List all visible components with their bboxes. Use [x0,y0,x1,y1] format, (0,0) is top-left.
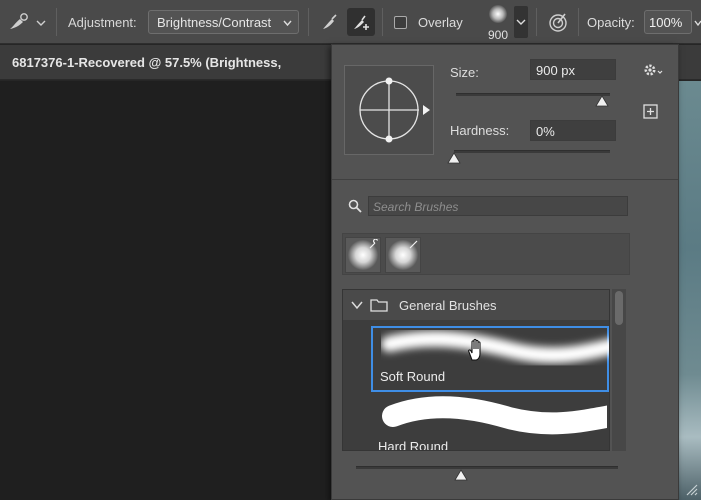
brush-item-hard-round[interactable]: Hard Round [371,394,609,451]
pressure-target-icon[interactable] [546,10,570,34]
hardness-label: Hardness: [450,123,510,138]
soft-stroke-preview [381,330,609,364]
search-placeholder: Search Brushes [373,200,459,214]
brush-preset-picker[interactable]: 900 [478,2,518,42]
adjustment-select[interactable]: Brightness/Contrast [148,10,299,34]
size-slider-thumb[interactable] [595,95,610,107]
overlay-checkbox[interactable] [394,16,407,29]
divider [56,8,57,36]
recent-brush-item[interactable] [385,237,421,273]
search-icon [348,199,362,213]
new-preset-icon[interactable] [642,103,660,121]
hardness-input[interactable]: 0% [530,120,616,141]
brush-adjustment-icon[interactable] [6,10,30,34]
adjustment-label: Adjustment: [68,15,137,30]
chevron-down-icon[interactable] [351,300,363,310]
document-tab-title[interactable]: 6817376-1-Recovered @ 57.5% (Brightness, [12,55,281,70]
brush-group-label: General Brushes [399,298,497,313]
soft-brush-tip-icon [489,5,507,23]
brush-angle-icon [359,77,430,143]
brush-picker-toggle[interactable] [514,6,528,38]
opacity-input[interactable]: 100% [644,10,692,34]
chevron-down-icon [283,20,292,27]
resize-grip-icon[interactable] [684,482,698,496]
divider [382,8,383,36]
brush-item-label: Soft Round [380,369,446,384]
brush-angle-roundness-control[interactable] [344,65,434,155]
brush-list-scrollbar[interactable] [612,289,626,451]
brush-plus-mode-button[interactable] [347,8,375,36]
recent-brushes [342,233,630,275]
preview-size-slider-thumb[interactable] [454,469,468,481]
size-input[interactable]: 900 px [530,59,616,80]
preview-size-slider-track[interactable] [356,466,618,469]
divider [578,8,579,36]
divider [332,179,678,180]
search-brushes-input[interactable]: Search Brushes [368,196,628,216]
brush-item-label: Hard Round [378,439,449,451]
hand-cursor-icon [468,338,481,361]
hardness-slider-track[interactable] [454,150,610,153]
brush-mode-button[interactable] [316,8,344,36]
brush-size-readout: 900 [487,28,509,42]
brush-icon [323,14,337,29]
opacity-label: Opacity: [587,15,635,30]
brush-list: General Brushes Soft Round Hard Round [342,289,610,451]
gear-icon[interactable] [642,61,664,79]
divider [308,8,309,36]
brush-item-soft-round[interactable]: Soft Round [371,326,609,392]
recent-brush-item[interactable] [345,237,381,273]
brush-adjustment-icon [369,239,379,249]
brush-group-general[interactable]: General Brushes [343,290,609,320]
adjustment-select-value: Brightness/Contrast [157,15,272,30]
tool-preset-chevron-icon[interactable] [36,16,46,26]
divider [536,8,537,36]
scrollbar-thumb[interactable] [615,291,623,325]
brush-plus-icon [354,15,369,30]
size-slider-track[interactable] [456,93,610,96]
hardness-slider-thumb[interactable] [447,152,461,164]
overlay-label: Overlay [418,15,463,30]
chevron-down-icon [516,19,526,25]
folder-icon [370,299,388,312]
brush-preset-panel: Size: 900 px Hardness: 0% Search Brushes [331,44,679,500]
brush-icon [409,240,418,249]
size-label: Size: [450,65,479,80]
hard-stroke-preview [382,396,607,435]
options-bar: Adjustment: Brightness/Contrast Overlay … [0,0,701,44]
opacity-chevron-icon[interactable] [694,16,701,27]
